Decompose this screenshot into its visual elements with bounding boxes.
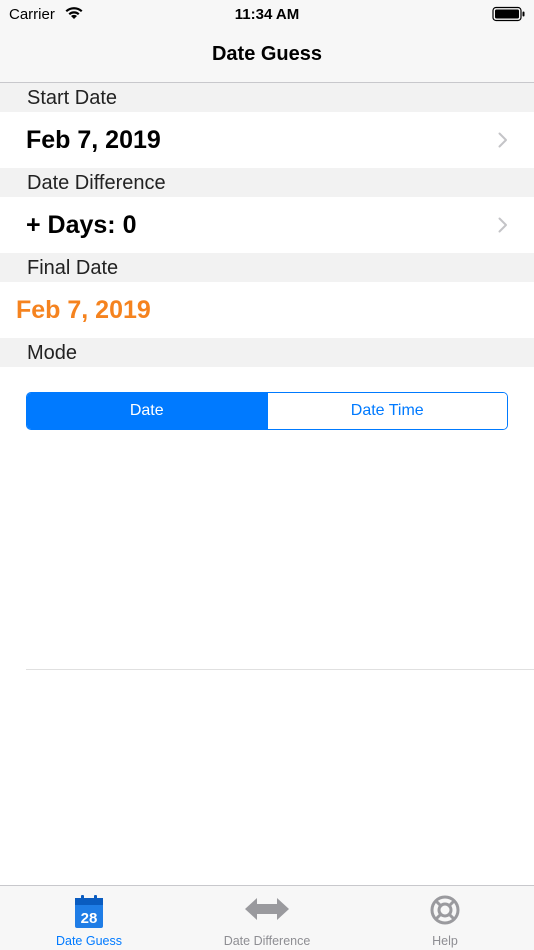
battery-icon bbox=[492, 6, 525, 22]
page-title: Date Guess bbox=[211, 43, 323, 65]
double-arrow-icon bbox=[245, 898, 289, 920]
date-difference-value: + Days: 0 bbox=[26, 211, 137, 239]
start-date-header: Start Date bbox=[0, 83, 534, 112]
calendar-icon: 28 bbox=[75, 895, 103, 928]
final-date-header: Final Date bbox=[0, 253, 534, 282]
divider bbox=[26, 669, 534, 670]
tab-label-date-difference: Date Difference bbox=[223, 934, 311, 948]
mode-header: Mode bbox=[0, 338, 534, 367]
final-date-header-label: Final Date bbox=[27, 257, 119, 279]
final-date-row: Feb 7, 2019 bbox=[0, 282, 534, 338]
segment-date[interactable]: Date bbox=[27, 393, 267, 429]
start-date-row[interactable]: Feb 7, 2019 bbox=[0, 112, 534, 168]
tab-label-date-guess: Date Guess bbox=[55, 934, 122, 948]
clock-time: 11:34 AM bbox=[234, 6, 300, 23]
final-date-value: Feb 7, 2019 bbox=[16, 296, 151, 324]
segment-date-time[interactable]: Date Time bbox=[266, 393, 507, 429]
start-date-header-label: Start Date bbox=[27, 87, 118, 109]
tab-label-help: Help bbox=[432, 934, 458, 948]
tab-bar: 28 Date Guess Date Difference Help bbox=[0, 885, 534, 950]
chevron-right-icon bbox=[498, 217, 507, 233]
tab-date-difference[interactable]: Date Difference bbox=[178, 886, 356, 950]
mode-header-label: Mode bbox=[27, 342, 78, 364]
date-difference-header: Date Difference bbox=[0, 168, 534, 197]
tab-help[interactable]: Help bbox=[356, 886, 534, 950]
lifebuoy-icon bbox=[430, 895, 460, 925]
calendar-icon-badge: 28 bbox=[81, 910, 98, 927]
status-bar: Carrier 11:34 AM bbox=[0, 0, 534, 30]
mode-segmented-control: Date Date Time bbox=[26, 392, 508, 430]
date-difference-row[interactable]: + Days: 0 bbox=[0, 197, 534, 253]
tab-date-guess[interactable]: 28 Date Guess bbox=[0, 886, 178, 950]
start-date-value: Feb 7, 2019 bbox=[26, 126, 161, 154]
date-difference-header-label: Date Difference bbox=[27, 172, 166, 194]
chevron-right-icon bbox=[498, 132, 507, 148]
navigation-bar: Date Guess bbox=[0, 30, 534, 83]
